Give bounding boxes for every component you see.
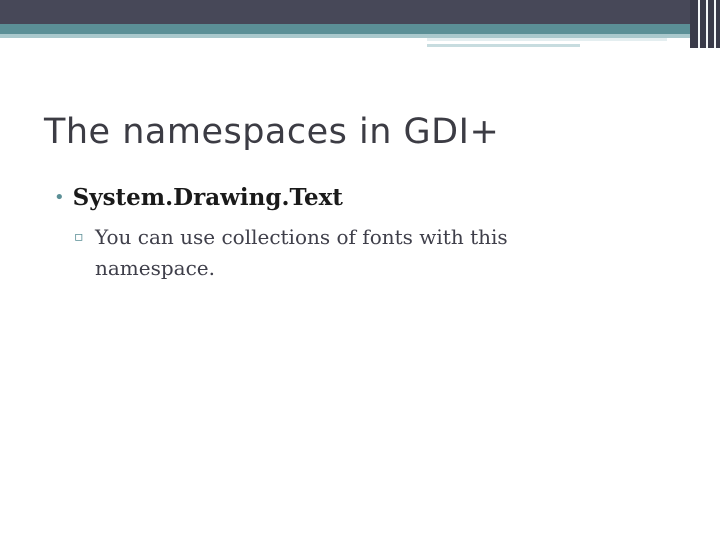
sub-bullet-text: You can use collections of fonts with th… — [95, 225, 508, 280]
bullet-marker: • — [54, 187, 65, 208]
sub-bullet-item: ▫ You can use collections of fonts with … — [74, 222, 574, 284]
header-accent-line — [427, 38, 667, 41]
header-stripe — [706, 0, 708, 48]
header-stripe — [714, 0, 716, 48]
bullet-item: • System.Drawing.Text — [54, 184, 343, 211]
bullet-text: System.Drawing.Text — [72, 184, 343, 211]
sub-bullet-marker: ▫ — [74, 229, 84, 245]
slide: The namespaces in GDI+ • System.Drawing.T… — [0, 0, 720, 540]
slide-title: The namespaces in GDI+ — [44, 112, 500, 152]
header-band-dark — [0, 0, 720, 24]
header-stripe — [698, 0, 700, 48]
header-band-teal — [0, 24, 720, 34]
header-accent-line-short — [427, 44, 580, 47]
